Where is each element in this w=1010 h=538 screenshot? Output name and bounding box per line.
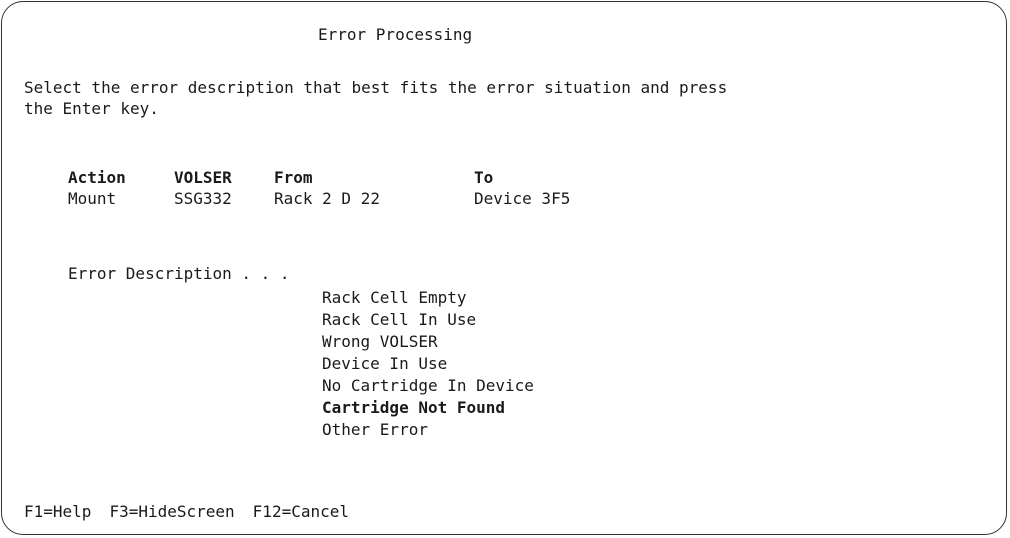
f3-hidescreen-key[interactable]: F3=HideScreen [109, 502, 234, 521]
cell-action: Mount [68, 189, 117, 208]
error-option-device-in-use[interactable]: Device In Use [322, 354, 447, 374]
f1-help-key[interactable]: F1=Help [24, 502, 91, 521]
error-option-rack-cell-in-use[interactable]: Rack Cell In Use [322, 310, 476, 330]
instruction-text-line-2: the Enter key. [24, 99, 159, 118]
column-header-action: Action [68, 168, 126, 187]
screen-title: Error Processing [318, 25, 473, 44]
error-option-no-cartridge-in-device[interactable]: No Cartridge In Device [322, 376, 534, 396]
terminal-screen: Error Processing Select the error descri… [1, 1, 1007, 535]
error-option-cartridge-not-found[interactable]: Cartridge Not Found [322, 398, 505, 418]
error-option-other-error[interactable]: Other Error [322, 420, 428, 440]
column-header-from: From [274, 168, 313, 187]
cell-volser: SSG332 [174, 189, 232, 208]
cell-from: Rack 2 D 22 [274, 189, 380, 208]
function-key-bar: F1=Help F3=HideScreen F12=Cancel [24, 502, 349, 522]
error-description-label: Error Description . . . [68, 264, 290, 283]
cell-to: Device 3F5 [474, 189, 571, 208]
column-header-volser: VOLSER [174, 168, 232, 187]
error-option-rack-cell-empty[interactable]: Rack Cell Empty [322, 288, 467, 308]
error-option-wrong-volser[interactable]: Wrong VOLSER [322, 332, 438, 352]
column-header-to: To [474, 168, 494, 187]
instruction-text-line-1: Select the error description that best f… [24, 78, 728, 97]
f12-cancel-key[interactable]: F12=Cancel [253, 502, 349, 521]
